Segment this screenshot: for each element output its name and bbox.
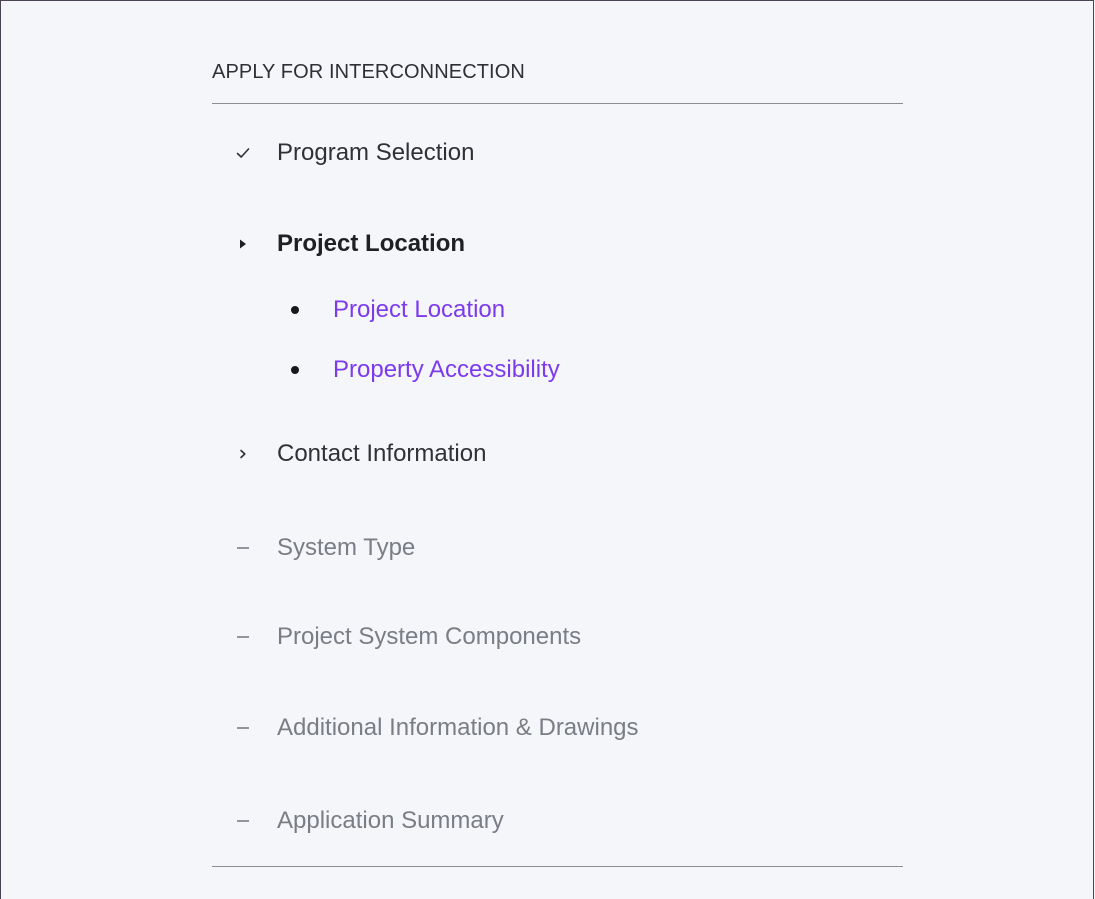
step-label: Project Location bbox=[277, 230, 466, 257]
step-additional-information-drawings[interactable]: Additional Information & Drawings bbox=[212, 711, 903, 745]
step-project-system-components[interactable]: Project System Components bbox=[212, 620, 903, 654]
app-frame: APPLY FOR INTERCONNECTION Program Select… bbox=[0, 0, 1094, 899]
substep-link[interactable]: Property Accessibility bbox=[333, 353, 560, 387]
step-label: Additional Information & Drawings bbox=[277, 714, 639, 741]
step-application-summary[interactable]: Application Summary bbox=[212, 804, 903, 838]
caret-right-filled-icon bbox=[234, 227, 252, 261]
step-program-selection[interactable]: Program Selection bbox=[212, 136, 903, 170]
step-system-type[interactable]: System Type bbox=[212, 531, 903, 565]
bullet-icon bbox=[291, 366, 299, 374]
step-label: System Type bbox=[277, 534, 416, 561]
divider-top bbox=[212, 103, 903, 104]
substep-project-location[interactable]: Project Location bbox=[212, 293, 903, 327]
chevron-right-icon bbox=[234, 437, 252, 471]
step-label: Program Selection bbox=[277, 139, 475, 166]
substep-link[interactable]: Project Location bbox=[333, 293, 505, 327]
step-contact-information[interactable]: Contact Information bbox=[212, 437, 903, 471]
dash-icon bbox=[234, 531, 252, 565]
dash-icon bbox=[234, 620, 252, 654]
step-label: Contact Information bbox=[277, 440, 487, 467]
step-label: Application Summary bbox=[277, 807, 504, 834]
bullet-icon bbox=[291, 306, 299, 314]
step-label: Project System Components bbox=[277, 623, 582, 650]
substep-property-accessibility[interactable]: Property Accessibility bbox=[212, 353, 903, 387]
section-title: APPLY FOR INTERCONNECTION bbox=[212, 61, 525, 83]
check-icon bbox=[234, 136, 252, 170]
dash-icon bbox=[234, 711, 252, 745]
step-project-location[interactable]: Project Location bbox=[212, 227, 903, 261]
dash-icon bbox=[234, 804, 252, 838]
divider-bottom bbox=[212, 866, 903, 867]
